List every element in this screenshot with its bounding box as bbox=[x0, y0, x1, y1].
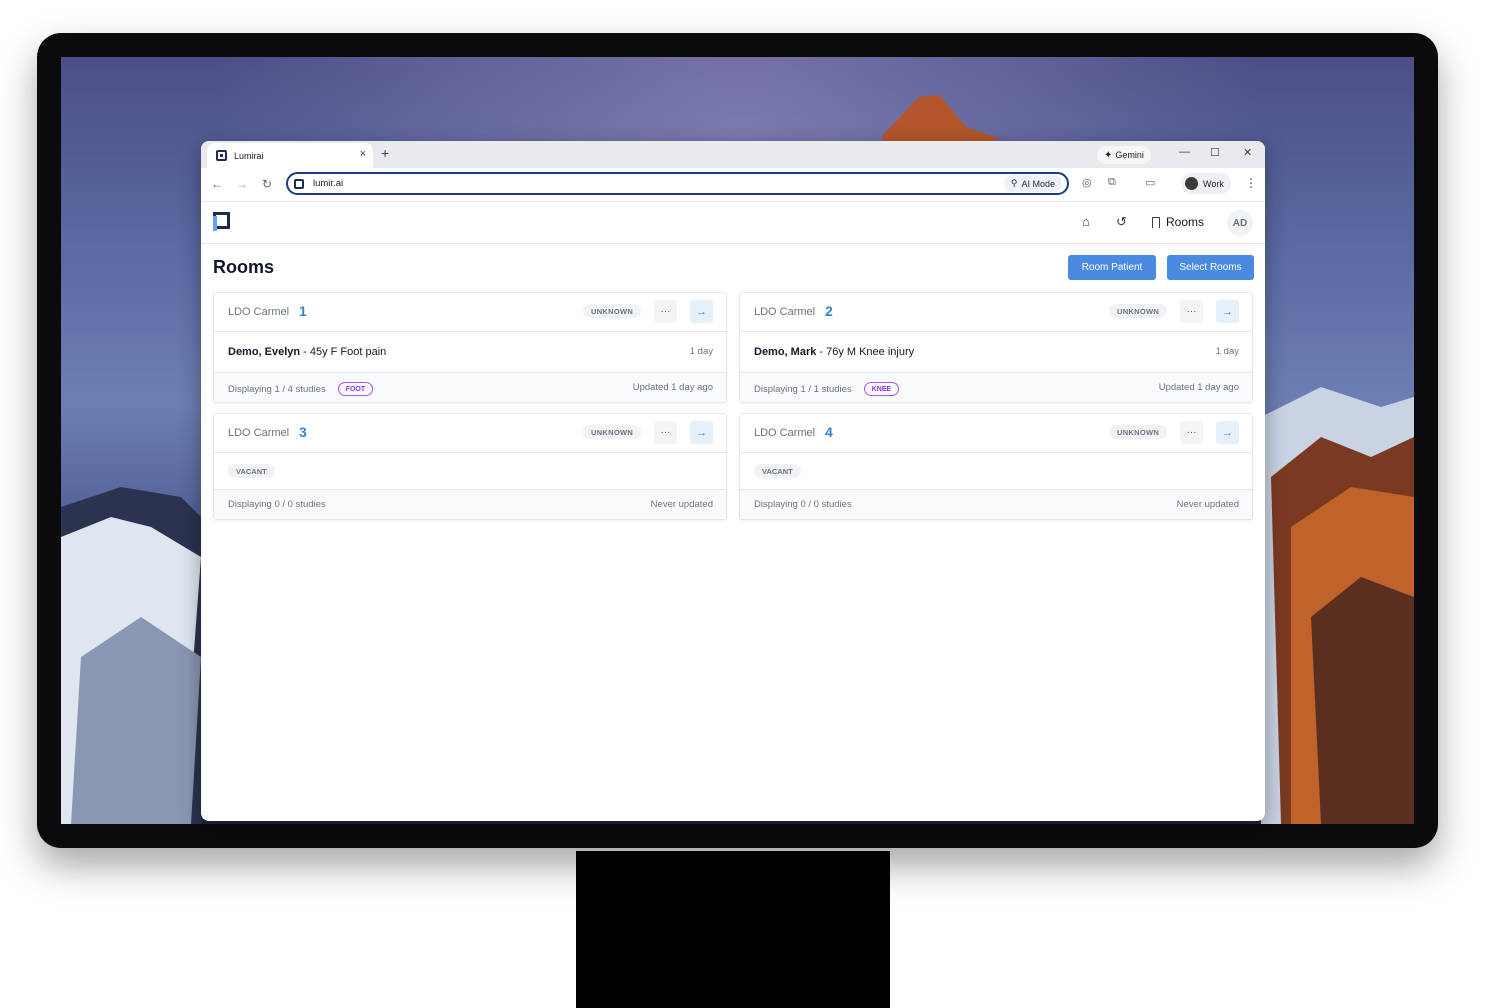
status-badge: UNKNOWN bbox=[1109, 304, 1168, 318]
updated-time: Updated 1 day ago bbox=[632, 382, 713, 393]
room-card-header: LDO Carmel 2 UNKNOWN ··· → bbox=[740, 293, 1252, 332]
more-options-button[interactable]: ··· bbox=[654, 421, 677, 444]
room-location: LDO Carmel bbox=[228, 306, 290, 318]
patient-row[interactable]: Demo, Evelyn - 45y F Foot pain 1 day bbox=[214, 332, 726, 372]
studies-count: Displaying 1 / 4 studies bbox=[228, 383, 326, 395]
maximize-button[interactable]: ☐ bbox=[1210, 146, 1220, 159]
patient-name: Demo, Mark bbox=[754, 346, 817, 358]
browser-menu-icon[interactable]: ⋮ bbox=[1245, 176, 1257, 190]
status-badge: UNKNOWN bbox=[1109, 425, 1168, 439]
user-avatar[interactable]: AD bbox=[1227, 210, 1253, 236]
address-url: lumir.ai bbox=[313, 178, 344, 189]
screen-search-icon[interactable]: ▭ bbox=[1145, 176, 1155, 189]
room-card-footer: Displaying 1 / 4 studies FOOT Updated 1 … bbox=[214, 372, 726, 402]
tab-close-icon[interactable]: × bbox=[360, 148, 366, 160]
patient-time: 1 day bbox=[1215, 346, 1239, 357]
room-number: 1 bbox=[299, 303, 307, 319]
reload-icon[interactable]: ↻ bbox=[262, 177, 272, 191]
tab-strip: Lumirai × + ✦ Gemini — ☐ ✕ bbox=[201, 141, 1265, 168]
more-options-button[interactable]: ··· bbox=[1180, 300, 1203, 323]
more-options-button[interactable]: ··· bbox=[1180, 421, 1203, 444]
room-card-header: LDO Carmel 3 UNKNOWN ··· → bbox=[214, 414, 726, 453]
ai-mode-button[interactable]: ⚲ AI Mode bbox=[1003, 175, 1062, 192]
room-patient-button[interactable]: Room Patient bbox=[1068, 255, 1156, 280]
room-number: 4 bbox=[825, 424, 833, 440]
studies-count: Displaying 0 / 0 studies bbox=[754, 499, 852, 510]
updated-time: Updated 1 day ago bbox=[1158, 382, 1239, 393]
monitor-stand bbox=[576, 851, 890, 1008]
lumirai-logo[interactable] bbox=[213, 212, 232, 231]
nav-rooms-link[interactable]: Rooms bbox=[1152, 215, 1204, 229]
page-title: Rooms bbox=[213, 257, 275, 277]
vacant-row: VACANT bbox=[740, 453, 1252, 489]
browser-toolbar: ← → ↻ lumir.ai ⚲ AI Mode ◎ ⧉ ▭ Work ⋮ bbox=[201, 168, 1265, 202]
back-arrow-icon[interactable]: ← bbox=[211, 177, 223, 191]
more-options-button[interactable]: ··· bbox=[654, 300, 677, 323]
gemini-label: Gemini bbox=[1115, 150, 1144, 160]
vacant-badge: VACANT bbox=[228, 464, 275, 478]
room-card: LDO Carmel 2 UNKNOWN ··· → Demo, Mark - … bbox=[739, 292, 1253, 403]
open-room-arrow-icon[interactable]: → bbox=[690, 421, 713, 444]
patient-row[interactable]: Demo, Mark - 76y M Knee injury 1 day bbox=[740, 332, 1252, 372]
room-location: LDO Carmel bbox=[754, 306, 816, 318]
status-badge: UNKNOWN bbox=[583, 425, 642, 439]
studies-count: Displaying 1 / 1 studies bbox=[754, 383, 852, 395]
ai-mode-label: AI Mode bbox=[1021, 178, 1055, 189]
room-card-header: LDO Carmel 4 UNKNOWN ··· → bbox=[740, 414, 1252, 453]
profile-label: Work bbox=[1203, 178, 1224, 189]
room-location: LDO Carmel bbox=[754, 427, 816, 439]
select-rooms-button[interactable]: Select Rooms bbox=[1167, 255, 1254, 280]
new-tab-button[interactable]: + bbox=[381, 145, 389, 161]
open-room-arrow-icon[interactable]: → bbox=[1216, 421, 1239, 444]
room-card-footer: Displaying 1 / 1 studies KNEE Updated 1 … bbox=[740, 372, 1252, 402]
room-card-footer: Displaying 0 / 0 studies Never updated bbox=[214, 489, 726, 519]
site-favicon-icon bbox=[216, 150, 227, 161]
minimize-button[interactable]: — bbox=[1179, 146, 1190, 158]
browser-tab-lumirai[interactable]: Lumirai × bbox=[207, 143, 373, 168]
body-part-tag: FOOT bbox=[337, 382, 374, 396]
patient-name: Demo, Evelyn bbox=[228, 346, 301, 358]
history-icon[interactable]: ↺ bbox=[1116, 214, 1127, 230]
camera-lens-icon[interactable]: ◎ bbox=[1082, 176, 1092, 189]
profile-avatar-icon bbox=[1185, 177, 1198, 190]
updated-time: Never updated bbox=[650, 499, 713, 510]
room-card-footer: Displaying 0 / 0 studies Never updated bbox=[740, 489, 1252, 519]
profile-chip[interactable]: Work bbox=[1181, 173, 1231, 194]
sparkle-icon: ✦ bbox=[1104, 149, 1113, 161]
app-header: ⌂ ↺ Rooms AD bbox=[201, 202, 1265, 244]
open-room-arrow-icon[interactable]: → bbox=[690, 300, 713, 323]
home-icon[interactable]: ⌂ bbox=[1082, 214, 1090, 229]
body-part-tag: KNEE bbox=[863, 382, 900, 396]
room-location: LDO Carmel bbox=[228, 427, 290, 439]
tab-title: Lumirai bbox=[234, 150, 264, 161]
patient-time: 1 day bbox=[689, 346, 713, 357]
room-card: LDO Carmel 4 UNKNOWN ··· → VACANT Displa… bbox=[739, 413, 1253, 520]
patient-description: - 76y M Knee injury bbox=[819, 346, 915, 358]
gemini-button[interactable]: ✦ Gemini bbox=[1097, 146, 1151, 164]
forward-arrow-icon[interactable]: → bbox=[236, 177, 248, 191]
patient-description: - 45y F Foot pain bbox=[303, 346, 387, 358]
door-icon bbox=[1152, 216, 1160, 228]
close-window-button[interactable]: ✕ bbox=[1243, 146, 1252, 159]
address-bar[interactable]: lumir.ai ⚲ AI Mode bbox=[286, 172, 1069, 195]
updated-time: Never updated bbox=[1176, 499, 1239, 510]
status-badge: UNKNOWN bbox=[583, 304, 642, 318]
room-number: 3 bbox=[299, 424, 307, 440]
browser-window: Lumirai × + ✦ Gemini — ☐ ✕ ← → ↻ lumir.a… bbox=[201, 141, 1265, 821]
room-number: 2 bbox=[825, 303, 833, 319]
room-card-header: LDO Carmel 1 UNKNOWN ··· → bbox=[214, 293, 726, 332]
studies-count: Displaying 0 / 0 studies bbox=[228, 499, 326, 510]
vacant-badge: VACANT bbox=[754, 464, 801, 478]
vacant-row: VACANT bbox=[214, 453, 726, 489]
ai-search-icon: ⚲ bbox=[1010, 178, 1018, 188]
open-room-arrow-icon[interactable]: → bbox=[1216, 300, 1239, 323]
nav-rooms-label: Rooms bbox=[1166, 215, 1205, 229]
room-card: LDO Carmel 3 UNKNOWN ··· → VACANT Displa… bbox=[213, 413, 727, 520]
extensions-puzzle-icon[interactable]: ⧉ bbox=[1108, 176, 1116, 189]
room-card: LDO Carmel 1 UNKNOWN ··· → Demo, Evelyn … bbox=[213, 292, 727, 403]
site-info-icon[interactable] bbox=[294, 178, 304, 189]
